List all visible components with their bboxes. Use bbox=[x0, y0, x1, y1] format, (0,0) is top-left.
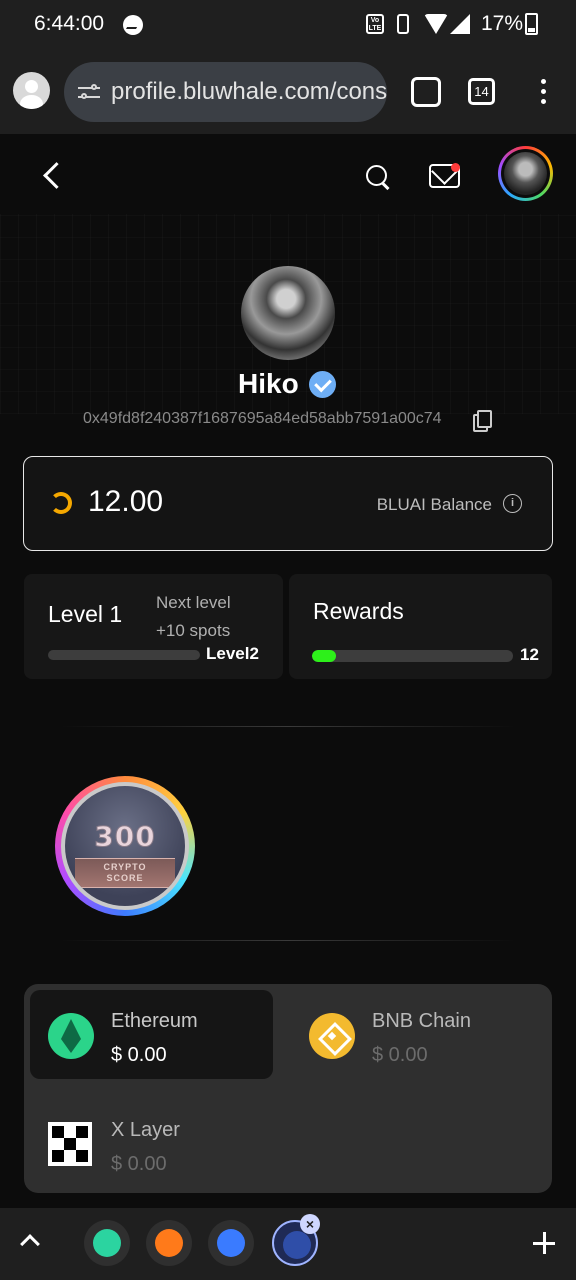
avatar[interactable] bbox=[498, 146, 553, 201]
level-progress-bar bbox=[48, 650, 200, 660]
wallet-address: 0x49fd8f240387f1687695a84ed58abb7591a00c… bbox=[83, 410, 442, 427]
tab-strip: × bbox=[0, 1208, 576, 1280]
battery-icon bbox=[525, 13, 538, 35]
close-tab-icon[interactable]: × bbox=[300, 1214, 320, 1234]
username: Hiko bbox=[238, 368, 299, 399]
info-icon[interactable]: i bbox=[503, 494, 522, 513]
new-tab-icon[interactable] bbox=[531, 1230, 557, 1256]
browser-toolbar: profile.bluwhale.com/cons 14 bbox=[0, 50, 576, 134]
water-drop-icon bbox=[93, 1229, 121, 1257]
back-arrow-icon[interactable] bbox=[40, 162, 68, 190]
divider bbox=[60, 940, 516, 941]
tab-switcher-button[interactable]: 14 bbox=[468, 78, 495, 105]
rewards-title: Rewards bbox=[313, 598, 404, 624]
balance-label: BLUAI Balance bbox=[376, 495, 492, 514]
swirl-logo-icon bbox=[217, 1229, 245, 1257]
chain-item-ethereum[interactable]: Ethereum $ 0.00 bbox=[30, 990, 273, 1079]
url-bar[interactable]: profile.bluwhale.com/cons bbox=[64, 62, 387, 122]
battery-percent: 17% bbox=[481, 12, 524, 35]
vibrate-icon bbox=[397, 14, 409, 34]
profile-page: Hiko 0x49fd8f240387f1687695a84ed58abb759… bbox=[0, 134, 576, 1208]
more-menu-icon[interactable] bbox=[541, 79, 547, 105]
site-settings-icon[interactable] bbox=[78, 82, 102, 102]
chain-name: Ethereum bbox=[111, 1010, 198, 1032]
balance-card: 12.00 BLUAI Balance i bbox=[23, 456, 553, 551]
bnb-icon bbox=[309, 1013, 355, 1059]
chain-item-x-layer[interactable]: X Layer $ 0.00 bbox=[30, 1099, 273, 1188]
messenger-icon bbox=[123, 15, 143, 35]
wifi-icon bbox=[424, 14, 448, 34]
rewards-progress-bar bbox=[312, 650, 513, 662]
signal-icon bbox=[450, 14, 470, 34]
next-level-target: Level2 bbox=[206, 644, 259, 663]
chevron-up-icon[interactable] bbox=[20, 1234, 40, 1254]
okx-icon bbox=[48, 1122, 92, 1166]
chain-value: $ 0.00 bbox=[111, 1044, 167, 1066]
tab-thumbnail[interactable] bbox=[208, 1220, 254, 1266]
chain-item-bnb[interactable]: BNB Chain $ 0.00 bbox=[291, 990, 534, 1079]
url-text[interactable]: profile.bluwhale.com/cons bbox=[111, 78, 387, 106]
status-bar: 6:44:00 Vo LTE 17% bbox=[0, 0, 576, 50]
chain-value: $ 0.00 bbox=[111, 1153, 167, 1175]
bluwhale-logo-icon bbox=[283, 1231, 311, 1259]
level-card: Level 1 Next level +10 spots Level2 bbox=[24, 574, 283, 679]
chain-name: BNB Chain bbox=[372, 1010, 471, 1032]
divider bbox=[60, 726, 516, 727]
profile-avatar bbox=[241, 266, 335, 360]
bluai-coin-icon bbox=[50, 492, 72, 514]
crypto-score-label: CRYPTO SCORE bbox=[103, 862, 147, 883]
tab-thumbnail[interactable] bbox=[84, 1220, 130, 1266]
extensions-icon[interactable] bbox=[411, 77, 441, 107]
search-icon[interactable] bbox=[365, 164, 391, 190]
rewards-card: Rewards 12 bbox=[289, 574, 552, 679]
next-level-label: Next level bbox=[156, 593, 231, 612]
ethereum-icon bbox=[48, 1013, 94, 1059]
notification-dot bbox=[451, 163, 460, 172]
verified-badge-icon bbox=[309, 371, 336, 398]
crypto-score-value: 300 bbox=[94, 820, 156, 854]
account-avatar-icon[interactable] bbox=[13, 72, 50, 109]
next-level-requirement: +10 spots bbox=[156, 621, 231, 640]
chain-balances-card: Ethereum $ 0.00 BNB Chain $ 0.00 X Layer… bbox=[24, 984, 552, 1193]
balance-value: 12.00 bbox=[88, 485, 164, 518]
next-level-info: Next level +10 spots bbox=[156, 589, 231, 645]
copy-icon[interactable] bbox=[473, 410, 492, 432]
tab-thumbnail[interactable] bbox=[146, 1220, 192, 1266]
chain-name: X Layer bbox=[111, 1119, 180, 1141]
volte-icon: Vo LTE bbox=[366, 14, 384, 34]
status-time: 6:44:00 bbox=[34, 12, 105, 35]
rewards-count: 12 bbox=[520, 645, 539, 664]
rewards-progress-fill bbox=[312, 650, 337, 662]
level-title: Level 1 bbox=[48, 601, 123, 627]
chain-value: $ 0.00 bbox=[372, 1044, 428, 1066]
crypto-score-badge[interactable]: 300 CRYPTO SCORE bbox=[55, 776, 195, 916]
brand-logo-icon bbox=[155, 1229, 183, 1257]
